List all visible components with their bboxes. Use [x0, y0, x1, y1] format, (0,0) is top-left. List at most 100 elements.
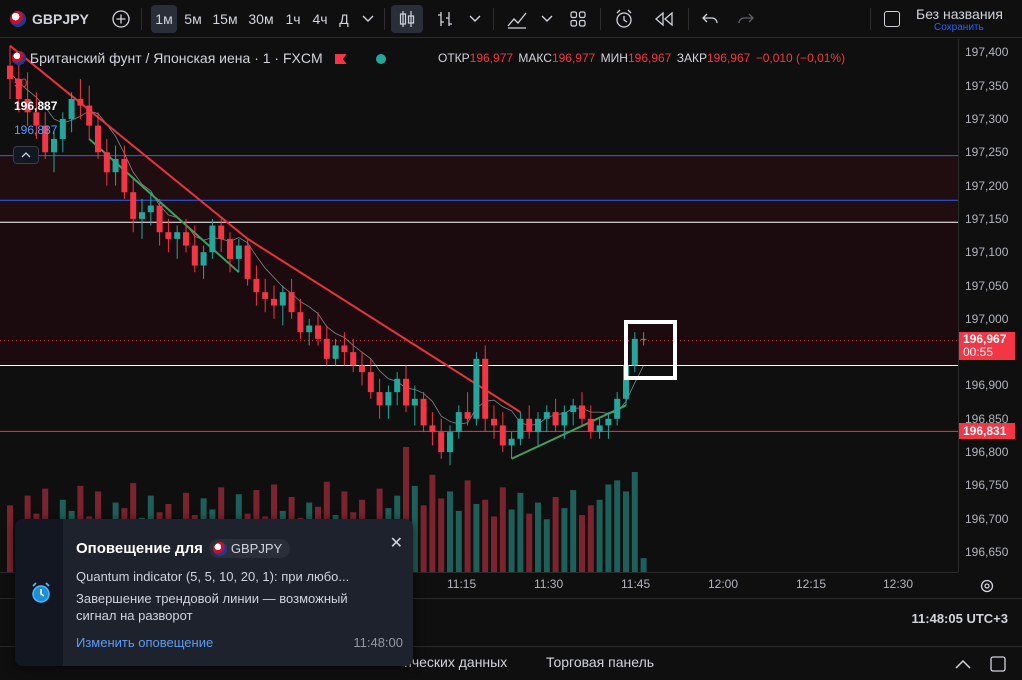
volume-bar — [491, 516, 497, 572]
maximize-icon — [990, 656, 1006, 672]
candle-body — [491, 418, 497, 426]
volume-bar — [438, 498, 445, 572]
layout-title[interactable]: Без названия — [916, 6, 1003, 22]
candle-body — [552, 412, 559, 426]
interval-1h[interactable]: 1ч — [280, 5, 306, 33]
candle-body — [253, 278, 260, 293]
candle-body — [482, 358, 489, 419]
alarm-clock-icon — [32, 582, 50, 603]
candle-body — [156, 205, 163, 233]
volume-bar — [7, 505, 13, 572]
level-price-label: 196,831 — [959, 423, 1015, 440]
price-tick: 197,400 — [965, 45, 1009, 60]
volume-bar — [605, 484, 612, 572]
chevron-up-icon — [955, 659, 971, 669]
close-icon[interactable]: ✕ — [390, 533, 403, 553]
interval-1d[interactable]: Д — [333, 5, 355, 33]
interval-4h[interactable]: 4ч — [307, 5, 333, 33]
candles-chart-type-button[interactable] — [391, 5, 423, 33]
symbol-description[interactable]: Британский фунт / Японская иена · 1 · FX… — [30, 50, 323, 66]
price-tick: 197,150 — [965, 211, 1009, 226]
candle-body — [631, 338, 638, 366]
candle-body — [464, 412, 471, 419]
bar-style-button[interactable] — [432, 5, 458, 33]
undo-button[interactable] — [697, 5, 723, 33]
replay-button[interactable] — [650, 5, 678, 33]
candle-body — [130, 192, 137, 219]
candle-body — [411, 398, 418, 406]
indicators-button[interactable] — [503, 5, 531, 33]
candle-body — [77, 98, 84, 106]
volume-bar — [517, 492, 524, 572]
maximize-panel-button[interactable] — [988, 654, 1008, 674]
alert-button[interactable] — [610, 5, 638, 33]
templates-button[interactable] — [565, 5, 591, 33]
interval-5m[interactable]: 5м — [180, 5, 206, 33]
alert-condition-text: Quantum indicator (5, 5, 10, 20, 1): при… — [76, 569, 350, 584]
price-tick: 197,300 — [965, 111, 1009, 126]
layout-checkbox[interactable] — [880, 5, 904, 33]
volume-bar — [429, 474, 436, 572]
square-icon — [884, 11, 900, 27]
candle-body — [543, 412, 550, 419]
symbol-search-button[interactable]: GBPJPY — [10, 5, 90, 33]
interval-30m[interactable]: 30м — [246, 5, 276, 33]
edit-alert-link[interactable]: Изменить оповещение — [76, 635, 213, 650]
candle-body — [438, 432, 445, 453]
price-axis[interactable]: 197,400 197,350 197,300 197,250 197,200 197,1… — [958, 39, 1022, 572]
volume-bar — [526, 513, 533, 572]
candle-body — [614, 398, 621, 419]
candlestick-icon — [399, 11, 415, 27]
candle-body — [86, 105, 93, 126]
price-tick: 197,200 — [965, 178, 1009, 193]
candle-body — [244, 245, 251, 279]
last-price-marker: 196,967 00:55 — [959, 331, 1015, 360]
candle-body — [200, 252, 207, 266]
candle-body — [112, 158, 119, 173]
interval-dropdown-button[interactable] — [358, 5, 378, 33]
candle-body — [262, 292, 269, 299]
candle-body — [570, 405, 577, 413]
interval-1m[interactable]: 1м — [151, 5, 177, 33]
ohlc-values: ОТКР196,977 МАКС196,977 МИН196,967 ЗАКР1… — [438, 51, 846, 65]
flag-marker-icon[interactable] — [334, 54, 347, 64]
volume-bar — [596, 499, 603, 572]
volume-bar — [447, 491, 453, 572]
symbol-chip[interactable]: GBPJPY — [208, 539, 291, 558]
candle-body — [526, 418, 533, 433]
clock[interactable]: 11:48:05 UTC+3 — [912, 611, 1008, 626]
candle-body — [499, 425, 506, 446]
time-tick: 12:15 — [796, 577, 827, 591]
tab-trading-panel[interactable]: Торговая панель — [546, 654, 654, 670]
price-tick: 197,350 — [965, 78, 1009, 93]
candle-body — [315, 325, 321, 339]
save-link[interactable]: Сохранить — [934, 22, 984, 33]
interval-15m[interactable]: 15м — [210, 5, 240, 33]
indicator-value-blue: 196,887 — [14, 123, 58, 137]
price-tick: 196,700 — [965, 511, 1009, 526]
close-value: 196,967 — [706, 51, 751, 65]
expand-panel-button[interactable] — [953, 655, 973, 673]
candle-body — [68, 98, 75, 119]
alert-notification[interactable]: Оповещение для GBPJPY ✕ Quantum indicato… — [15, 519, 413, 666]
candle-body — [394, 378, 401, 393]
candle-body — [103, 152, 110, 173]
tab-historical-data[interactable]: ических данных — [404, 654, 507, 670]
candle-body — [147, 205, 154, 213]
compare-symbol-button[interactable] — [108, 5, 134, 33]
candle-body — [535, 418, 541, 433]
volume-bar — [623, 491, 629, 572]
collapse-legend-button[interactable] — [13, 146, 39, 164]
indicators-dropdown-button[interactable] — [537, 5, 557, 33]
price-chart[interactable] — [0, 39, 958, 572]
change-value: −0,010 (−0,01%) — [755, 51, 846, 65]
redo-icon — [738, 13, 754, 24]
chart-type-dropdown-button[interactable] — [465, 5, 485, 33]
gear-icon — [980, 579, 994, 593]
candle-body — [174, 232, 181, 239]
candle-body — [473, 358, 480, 419]
sell-zone — [0, 222, 958, 366]
chart-settings-button[interactable] — [976, 576, 998, 596]
candle-body — [218, 225, 225, 239]
redo-button[interactable] — [733, 5, 759, 33]
